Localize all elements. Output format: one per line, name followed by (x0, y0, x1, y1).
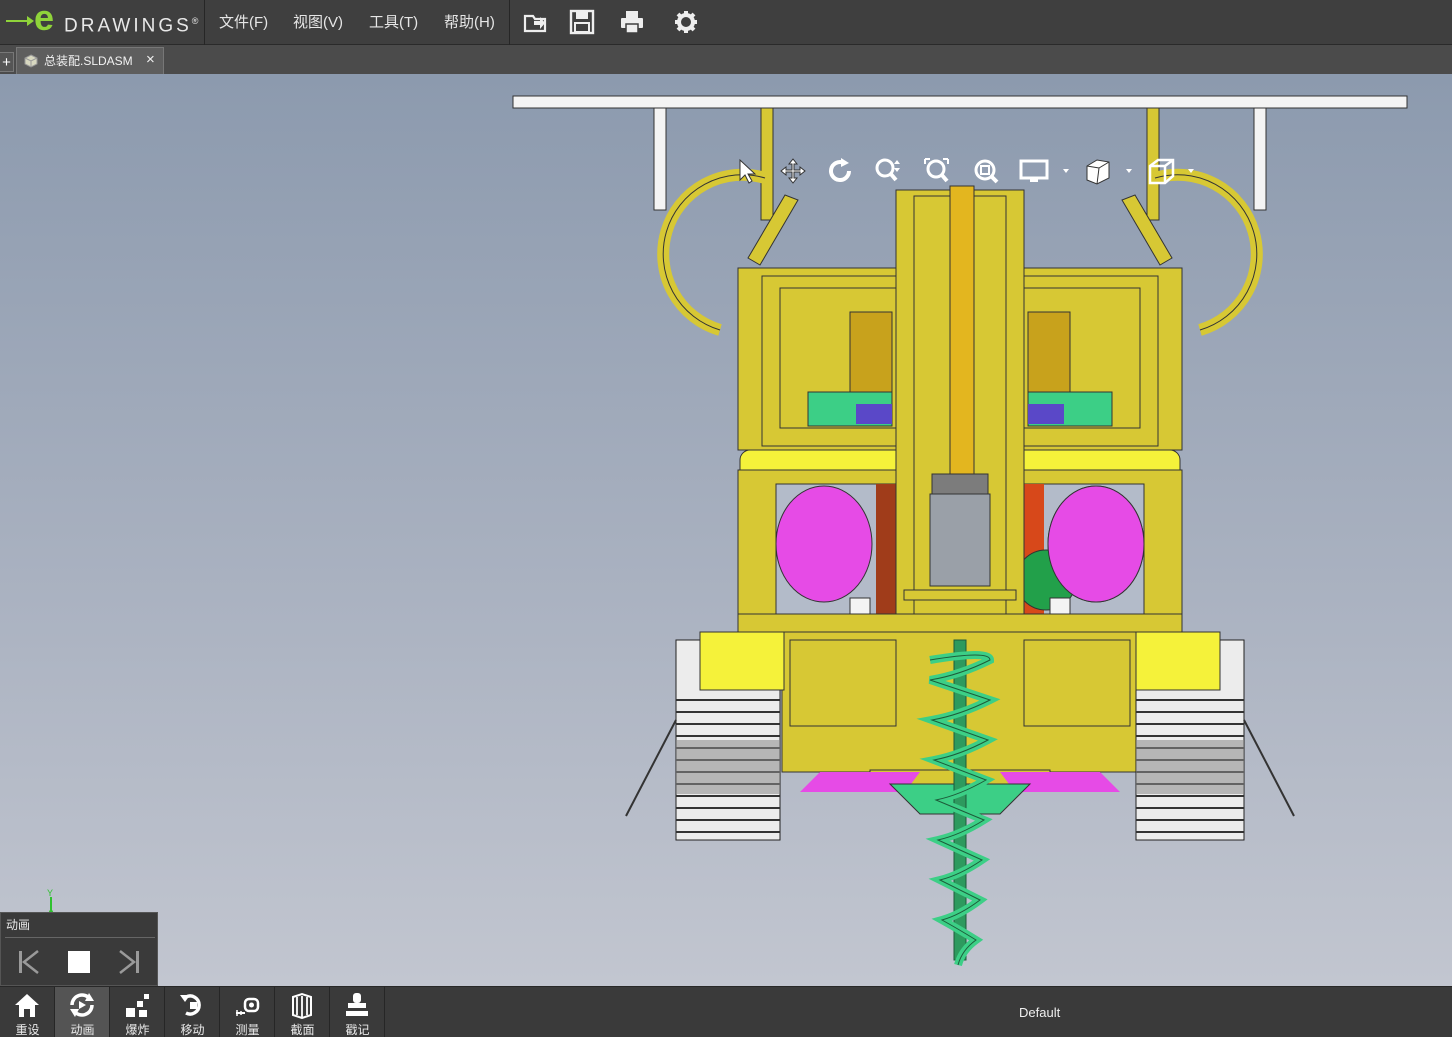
step-forward-icon[interactable] (117, 949, 143, 975)
home-icon (15, 994, 39, 1017)
print-icon[interactable] (618, 8, 646, 36)
explode-button-label: 爆炸 (125, 1023, 150, 1037)
assembly-icon (24, 54, 38, 68)
bottom-toolbar-separator (384, 986, 385, 1037)
animate-icon (70, 993, 94, 1017)
animate-button[interactable]: 动画 (55, 987, 110, 1037)
logo-letter: e (34, 0, 55, 38)
menu-view[interactable]: 视图(V) (293, 13, 343, 33)
animation-panel-title: 动画 (6, 918, 31, 932)
edrawings-window: e DRAWINGS® 文件(F) 视图(V) 工具(T) 帮助(H) + 总装… (0, 0, 1452, 1037)
shaded-cube-icon[interactable] (1145, 156, 1201, 186)
select-arrow-icon[interactable] (732, 156, 762, 186)
axis-triad: Y (47, 888, 53, 914)
bottom-toolbar: 重设 动画 爆炸 移动 测量 截面 戳记 (0, 986, 1452, 1037)
section-button[interactable]: 截面 (275, 987, 330, 1037)
tab-document[interactable]: 总装配.SLDASM × (16, 47, 164, 74)
step-back-icon[interactable] (15, 949, 41, 975)
reset-button-label: 重设 (15, 1023, 40, 1037)
tab-file-name: 总装配.SLDASM (44, 54, 133, 68)
measure-button-label: 测量 (235, 1023, 260, 1037)
stamp-button-label: 戳记 (345, 1023, 370, 1037)
save-icon[interactable] (568, 8, 596, 36)
gear-icon[interactable] (672, 8, 700, 36)
menu-separator (509, 0, 510, 45)
stop-icon[interactable] (66, 949, 92, 975)
add-tab-button[interactable]: + (0, 52, 14, 72)
zoom-to-fit-icon[interactable] (922, 156, 952, 186)
configuration-name[interactable]: Default (1019, 1005, 1060, 1021)
triad-y-label: Y (47, 888, 53, 898)
drill-rig-model (512, 95, 1408, 967)
open-icon[interactable] (522, 8, 550, 36)
menu-file[interactable]: 文件(F) (219, 13, 268, 33)
logo-word: DRAWINGS® (64, 15, 199, 37)
move-button-label: 移动 (180, 1023, 205, 1037)
animation-panel: 动画 (0, 912, 158, 986)
stamp-icon (346, 993, 368, 1016)
menu-help[interactable]: 帮助(H) (444, 13, 495, 33)
title-bar: e DRAWINGS® 文件(F) 视图(V) 工具(T) 帮助(H) (0, 0, 1452, 45)
move-button[interactable]: 移动 (165, 987, 220, 1037)
zoom-area-icon[interactable] (971, 156, 1001, 186)
display-style-icon[interactable] (1018, 156, 1074, 186)
edrawings-logo: e DRAWINGS® (0, 0, 205, 45)
menu-tools[interactable]: 工具(T) (369, 13, 418, 33)
stamp-button[interactable]: 戳记 (330, 987, 385, 1037)
left-track (625, 631, 785, 841)
model-viewport[interactable] (0, 74, 1452, 986)
tab-bar (0, 45, 1452, 74)
explode-icon (126, 994, 149, 1017)
zoom-icon[interactable] (873, 156, 903, 186)
logo-arrow-icon (6, 16, 34, 26)
tab-close-icon[interactable]: × (146, 51, 155, 69)
animation-panel-divider (5, 937, 155, 938)
pan-icon[interactable] (778, 156, 808, 186)
measure-button[interactable]: 测量 (220, 987, 275, 1037)
right-track (1135, 631, 1295, 841)
explode-button[interactable]: 爆炸 (110, 987, 165, 1037)
reset-button[interactable]: 重设 (0, 987, 55, 1037)
animate-button-label: 动画 (70, 1023, 95, 1037)
section-icon (292, 992, 312, 1019)
rotate-icon[interactable] (825, 156, 855, 186)
view-orientation-icon[interactable] (1082, 156, 1138, 186)
section-button-label: 截面 (290, 1023, 315, 1037)
move-icon (180, 994, 201, 1016)
measure-icon (236, 997, 260, 1016)
